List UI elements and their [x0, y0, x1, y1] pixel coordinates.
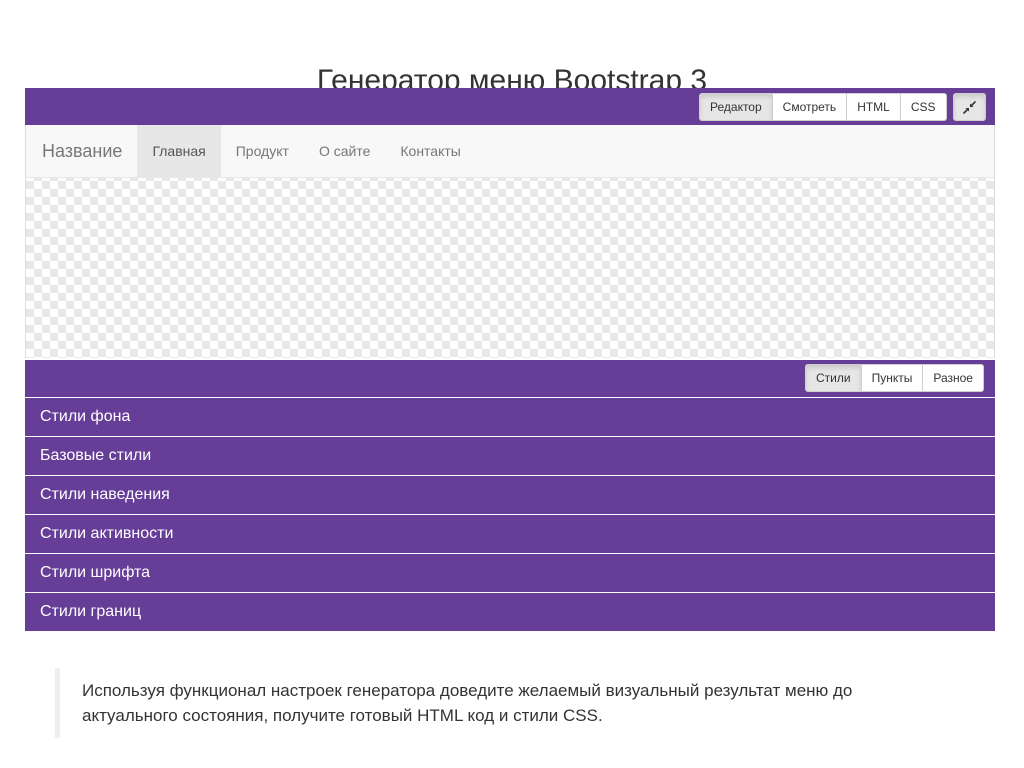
nav-item-contacts[interactable]: Контакты	[385, 125, 475, 177]
description-line: Используя функционал настроек генератора…	[82, 681, 853, 700]
settings-tab-group: Стили Пункты Разное	[805, 364, 984, 392]
section-hover-styles[interactable]: Стили наведения	[25, 475, 995, 514]
description-blockquote: Используя функционал настроек генератора…	[55, 668, 915, 738]
description-line: актуального состояния, получите готовый …	[82, 706, 603, 725]
tab-misc[interactable]: Разное	[923, 364, 984, 392]
editor-toolbar: Редактор Смотреть HTML CSS	[25, 88, 995, 125]
settings-accordion: Стили фона Базовые стили Стили наведения…	[25, 397, 995, 631]
tab-styles[interactable]: Стили	[805, 364, 862, 392]
compress-arrows-icon	[963, 100, 976, 114]
preview-button[interactable]: Смотреть	[772, 93, 848, 121]
page: Генератор меню Bootstrap 3 Редактор Смот…	[0, 0, 1024, 768]
css-button[interactable]: CSS	[900, 93, 947, 121]
nav-item-product[interactable]: Продукт	[221, 125, 304, 177]
section-border-styles[interactable]: Стили границ	[25, 592, 995, 631]
navbar-brand[interactable]: Название	[26, 125, 137, 177]
nav-item-about[interactable]: О сайте	[304, 125, 385, 177]
section-active-styles[interactable]: Стили активности	[25, 514, 995, 553]
section-font-styles[interactable]: Стили шрифта	[25, 553, 995, 592]
menu-editor: Редактор Смотреть HTML CSS Название Глав…	[25, 88, 995, 631]
collapse-button[interactable]	[953, 93, 986, 121]
editor-button[interactable]: Редактор	[699, 93, 773, 121]
preview-navbar: Название Главная Продукт О сайте Контакт…	[26, 125, 994, 178]
nav-item-home[interactable]: Главная	[137, 125, 221, 177]
section-base-styles[interactable]: Базовые стили	[25, 436, 995, 475]
tab-items[interactable]: Пункты	[861, 364, 924, 392]
menu-preview: Название Главная Продукт О сайте Контакт…	[25, 125, 995, 358]
html-button[interactable]: HTML	[847, 93, 901, 121]
view-mode-group: Редактор Смотреть HTML CSS	[699, 93, 947, 121]
settings-toolbar: Стили Пункты Разное	[25, 360, 995, 397]
section-background-styles[interactable]: Стили фона	[25, 397, 995, 436]
